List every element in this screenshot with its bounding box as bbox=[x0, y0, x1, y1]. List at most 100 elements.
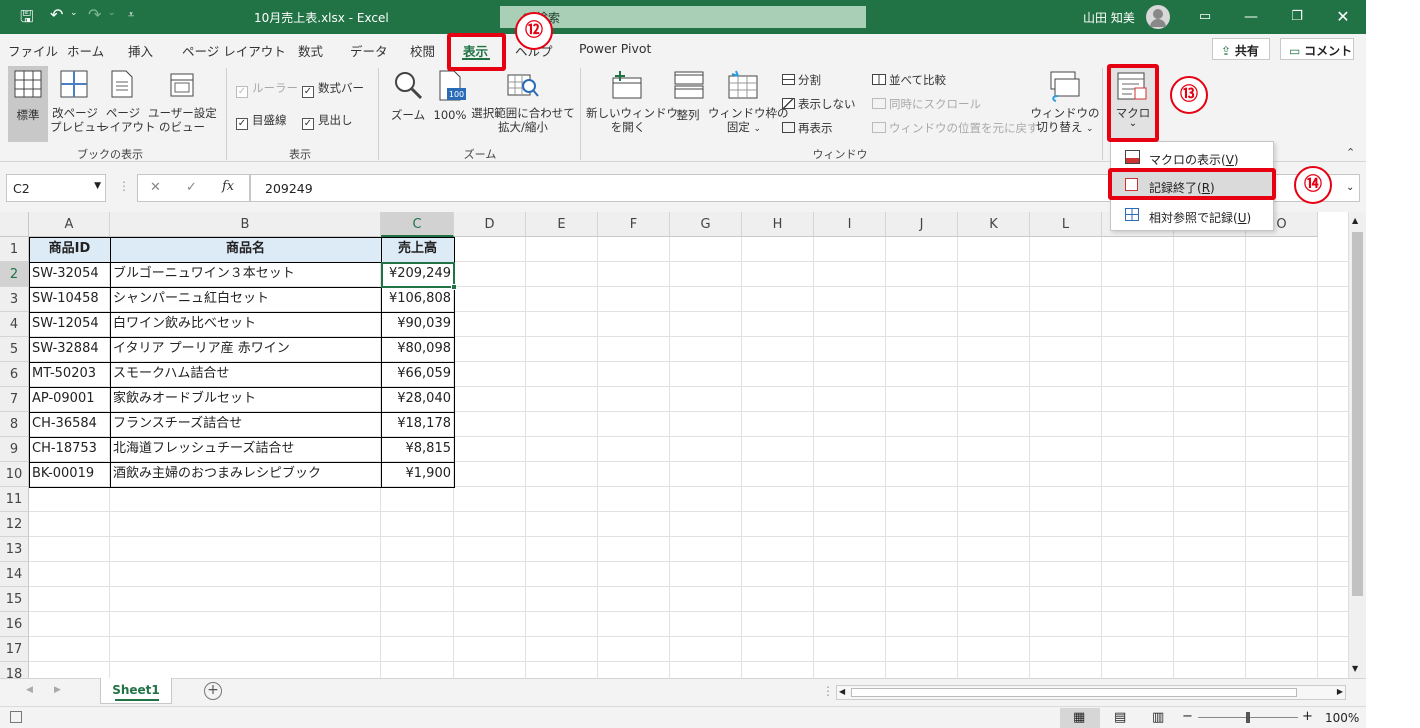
scroll-right-icon[interactable]: ▶ bbox=[1337, 687, 1343, 696]
split-button[interactable]: 分割 bbox=[782, 72, 821, 88]
table-cell[interactable]: ¥209,249 bbox=[381, 262, 454, 287]
scroll-up-icon[interactable]: ▲ bbox=[1352, 216, 1358, 225]
table-cell[interactable]: フランスチーズ詰合せ bbox=[110, 412, 381, 437]
tab-formulas[interactable]: 数式 bbox=[298, 41, 323, 60]
cancel-icon[interactable]: ✕ bbox=[150, 180, 161, 195]
tab-data[interactable]: データ bbox=[350, 41, 388, 60]
table-cell[interactable]: シャンパーニュ紅白セット bbox=[110, 287, 381, 312]
save-icon[interactable]: 🖫 bbox=[20, 6, 34, 33]
chevron-down-icon[interactable]: ▼ bbox=[94, 181, 101, 191]
close-button[interactable]: ✕ bbox=[1320, 0, 1366, 34]
worksheet-grid[interactable]: ABCDEFGHIJKLMNO1234567891011121314151617… bbox=[0, 212, 1348, 678]
row-header[interactable]: 8 bbox=[0, 412, 29, 437]
zoom-in-icon[interactable]: + bbox=[1302, 709, 1313, 724]
headings-checkbox[interactable]: ✓ 見出し bbox=[302, 112, 353, 130]
enter-icon[interactable]: ✓ bbox=[186, 180, 197, 195]
tab-review[interactable]: 校閲 bbox=[410, 41, 435, 60]
search-box[interactable]: ⌕ 検索 bbox=[500, 6, 866, 28]
table-cell[interactable]: CH-36584 bbox=[29, 412, 110, 437]
comment-button[interactable]: ▭ コメント bbox=[1280, 38, 1354, 60]
table-cell[interactable]: ¥66,059 bbox=[381, 362, 454, 387]
page-layout-status-icon[interactable]: ▤ bbox=[1114, 710, 1126, 725]
table-cell[interactable]: ¥8,815 bbox=[381, 437, 454, 462]
row-header[interactable]: 16 bbox=[0, 612, 29, 637]
row-header[interactable]: 3 bbox=[0, 287, 29, 312]
row-header[interactable]: 4 bbox=[0, 312, 29, 337]
expand-formula-bar-icon[interactable]: ⌄ bbox=[1346, 182, 1354, 193]
row-header[interactable]: 13 bbox=[0, 537, 29, 562]
name-box[interactable]: C2 ▼ bbox=[6, 174, 106, 202]
table-cell[interactable]: ¥18,178 bbox=[381, 412, 454, 437]
row-header[interactable]: 12 bbox=[0, 512, 29, 537]
menu-item-relative-reference[interactable]: 相対参照で記録(U) bbox=[1111, 202, 1273, 228]
table-cell[interactable]: スモークハム詰合せ bbox=[110, 362, 381, 387]
add-sheet-icon[interactable]: + bbox=[204, 682, 222, 700]
insert-function-icon[interactable]: fx bbox=[222, 179, 234, 194]
scroll-left-icon[interactable]: ◀ bbox=[839, 687, 845, 696]
menu-item-stop-recording[interactable]: 記録終了(R) bbox=[1111, 172, 1273, 198]
menu-item-view-macros[interactable]: マクロの表示(V) bbox=[1111, 144, 1273, 170]
column-header[interactable]: A bbox=[29, 212, 110, 237]
formula-bar-checkbox[interactable]: ✓ 数式バー bbox=[302, 80, 364, 98]
page-layout-view-button[interactable]: ページ レイアウト bbox=[98, 106, 156, 134]
table-cell[interactable]: CH-18753 bbox=[29, 437, 110, 462]
column-header[interactable]: D bbox=[454, 212, 526, 237]
row-header[interactable]: 14 bbox=[0, 562, 29, 587]
table-cell[interactable]: ¥1,900 bbox=[381, 462, 454, 487]
sheet-tab-sheet1[interactable]: Sheet1 bbox=[100, 678, 172, 704]
new-window-button[interactable]: 新しいウィンドウ を開く bbox=[586, 106, 678, 134]
table-cell[interactable]: SW-32054 bbox=[29, 262, 110, 287]
table-cell[interactable]: ¥90,039 bbox=[381, 312, 454, 337]
table-cell[interactable]: イタリア プーリア産 赤ワイン bbox=[110, 337, 381, 362]
fill-handle[interactable] bbox=[451, 284, 457, 290]
zoom-level[interactable]: 100% bbox=[1325, 711, 1359, 725]
vertical-scrollbar[interactable]: ▲ ▼ bbox=[1348, 212, 1366, 678]
zoom-100-button[interactable]: 100% bbox=[430, 108, 470, 122]
page-break-preview-button[interactable]: 改ページ プレビュー bbox=[50, 106, 108, 134]
ribbon-display-icon[interactable]: ▭ bbox=[1182, 0, 1228, 34]
view-side-by-side-button[interactable]: 並べて比較 bbox=[872, 72, 946, 88]
freeze-panes-button[interactable]: ウィンドウ枠の 固定 ⌄ bbox=[708, 106, 789, 136]
column-header[interactable]: E bbox=[526, 212, 598, 237]
table-cell[interactable]: 家飲みオードブルセット bbox=[110, 387, 381, 412]
zoom-out-icon[interactable]: − bbox=[1182, 709, 1193, 724]
row-header[interactable]: 17 bbox=[0, 637, 29, 662]
table-cell[interactable]: SW-10458 bbox=[29, 287, 110, 312]
row-header[interactable]: 18 bbox=[0, 662, 29, 678]
column-header[interactable]: K bbox=[958, 212, 1030, 237]
row-header[interactable]: 7 bbox=[0, 387, 29, 412]
page-break-status-icon[interactable]: ▥ bbox=[1152, 710, 1164, 725]
table-cell[interactable]: SW-12054 bbox=[29, 312, 110, 337]
scroll-down-icon[interactable]: ▼ bbox=[1352, 664, 1358, 673]
row-header[interactable]: 9 bbox=[0, 437, 29, 462]
tab-file[interactable]: ファイル bbox=[8, 41, 58, 60]
column-header[interactable]: J bbox=[886, 212, 958, 237]
custom-views-button[interactable]: ユーザー設定 のビュー bbox=[148, 106, 217, 134]
column-header[interactable]: B bbox=[110, 212, 381, 237]
row-header[interactable]: 10 bbox=[0, 462, 29, 487]
switch-windows-button[interactable]: ウィンドウの 切り替え ⌄ bbox=[1030, 106, 1100, 136]
table-cell[interactable]: MT-50203 bbox=[29, 362, 110, 387]
tab-power-pivot[interactable]: Power Pivot bbox=[579, 41, 651, 56]
tab-insert[interactable]: 挿入 bbox=[128, 41, 153, 60]
column-header[interactable]: C bbox=[381, 212, 454, 237]
hide-window-button[interactable]: 表示しない bbox=[782, 96, 856, 112]
table-cell[interactable]: ¥106,808 bbox=[381, 287, 454, 312]
row-header[interactable]: 2 bbox=[0, 262, 29, 287]
row-header[interactable]: 15 bbox=[0, 587, 29, 612]
table-header-cell[interactable]: 売上高 bbox=[381, 237, 454, 262]
column-header[interactable]: G bbox=[670, 212, 742, 237]
table-cell[interactable]: 北海道フレッシュチーズ詰合せ bbox=[110, 437, 381, 462]
column-header[interactable]: I bbox=[814, 212, 886, 237]
next-sheet-icon[interactable]: ▶ bbox=[54, 685, 61, 695]
share-button[interactable]: ⇪ 共有 bbox=[1212, 38, 1270, 60]
horizontal-scroll-thumb[interactable] bbox=[851, 688, 1297, 697]
table-cell[interactable]: SW-32884 bbox=[29, 337, 110, 362]
zoom-to-selection-button[interactable]: 選択範囲に合わせて 拡大/縮小 bbox=[470, 106, 576, 134]
column-header[interactable]: H bbox=[742, 212, 814, 237]
column-header[interactable]: L bbox=[1030, 212, 1102, 237]
row-header[interactable]: 6 bbox=[0, 362, 29, 387]
arrange-all-button[interactable]: 整列 bbox=[668, 108, 708, 122]
table-cell[interactable]: 白ワイン飲み比べセット bbox=[110, 312, 381, 337]
table-cell[interactable]: ¥80,098 bbox=[381, 337, 454, 362]
